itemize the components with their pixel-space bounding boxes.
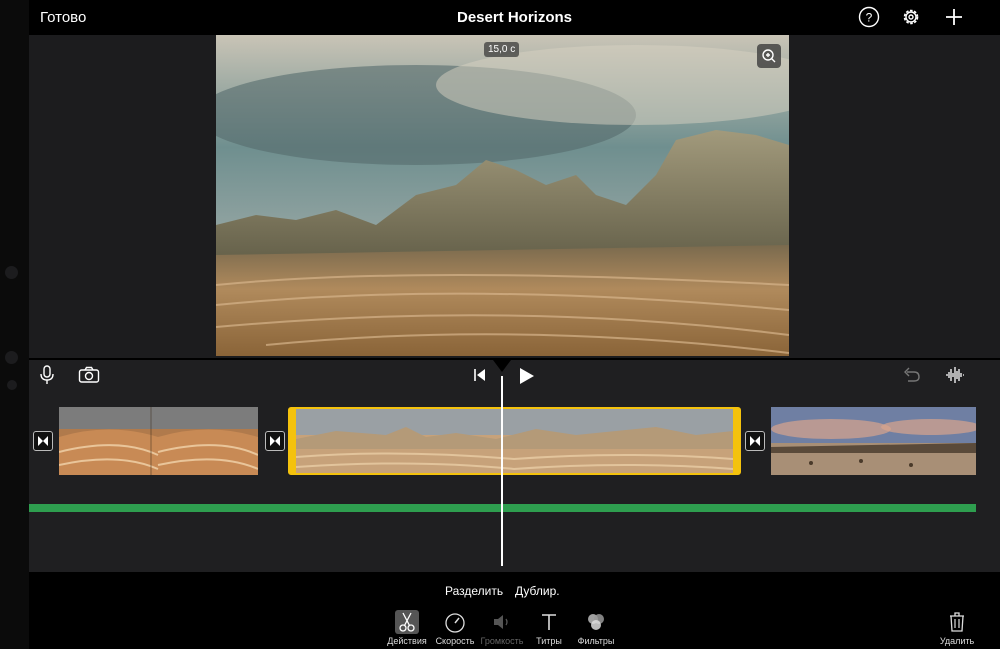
tab-speed[interactable]: Скорость [429, 610, 481, 646]
hardware-dot [7, 380, 17, 390]
clip-thumbnail [771, 407, 976, 475]
timeline-clip-3[interactable] [771, 407, 976, 475]
tab-filters-label: Фильтры [577, 636, 615, 646]
transition-button[interactable] [265, 431, 285, 451]
tab-actions-label: Действия [387, 636, 427, 646]
trash-icon [950, 612, 964, 632]
scissors-icon [395, 610, 419, 634]
clip-thumbnail [59, 407, 258, 475]
speaker-icon [494, 615, 508, 629]
playhead-marker [493, 360, 511, 372]
tab-volume-label: Громкость [480, 636, 524, 646]
add-plus-icon[interactable] [943, 6, 965, 28]
zoom-button[interactable] [757, 44, 781, 68]
play-icon[interactable] [518, 367, 536, 385]
filters-icon [588, 614, 604, 630]
transition-icon [270, 436, 280, 446]
speedometer-icon [445, 613, 465, 633]
tab-titles-label: Титры [536, 636, 562, 646]
bottom-toolbar: Разделить Дублир. Действия Скорость Гром… [29, 572, 1000, 649]
camera-icon[interactable] [78, 366, 100, 384]
project-title: Desert Horizons [456, 9, 573, 26]
delete-label: Удалить [939, 636, 975, 646]
microphone-icon[interactable] [38, 364, 56, 386]
audio-waveform-icon[interactable] [945, 366, 965, 384]
transition-button[interactable] [33, 431, 53, 451]
help-icon[interactable]: ? [858, 6, 880, 28]
duration-badge: 15,0 с [484, 42, 520, 57]
preview-area: 15,0 с [29, 35, 1000, 358]
hardware-dot [5, 266, 18, 279]
video-viewer[interactable]: 15,0 с [216, 35, 789, 356]
delete-button[interactable]: Удалить [931, 610, 983, 646]
tab-speed-label: Скорость [435, 636, 475, 646]
split-button[interactable]: Разделить [445, 584, 503, 598]
transition-icon [38, 436, 48, 446]
clip-thumbnail [296, 409, 733, 473]
svg-text:?: ? [866, 11, 873, 25]
transition-icon [750, 436, 760, 446]
duplicate-button[interactable]: Дублир. [515, 584, 560, 598]
tab-actions[interactable]: Действия [381, 610, 433, 646]
tab-titles[interactable]: Титры [523, 610, 575, 646]
skip-to-start-icon[interactable] [473, 368, 487, 382]
top-bar: Готово Desert Horizons ? [29, 0, 1000, 35]
device-bezel [0, 0, 29, 649]
timeline-divider [29, 358, 1000, 360]
transition-button[interactable] [745, 431, 765, 451]
hardware-dot [5, 351, 18, 364]
text-titles-icon [542, 614, 556, 630]
tab-volume[interactable]: Громкость [476, 610, 528, 646]
zoom-in-icon [762, 49, 776, 63]
timeline[interactable] [29, 358, 1000, 572]
playhead[interactable] [501, 376, 503, 566]
settings-gear-icon[interactable] [900, 6, 922, 28]
timeline-clip-2-selected[interactable] [288, 407, 741, 475]
undo-icon[interactable] [903, 366, 921, 384]
timeline-clip-1[interactable] [59, 407, 258, 475]
tab-filters[interactable]: Фильтры [570, 610, 622, 646]
video-frame-landscape [216, 35, 789, 356]
